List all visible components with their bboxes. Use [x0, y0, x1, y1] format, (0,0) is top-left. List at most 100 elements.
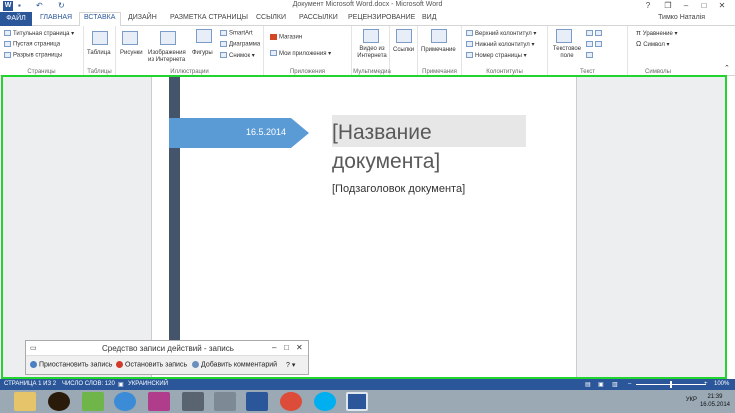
symbol-button[interactable]: Ω Символ ▾	[636, 41, 670, 48]
zoom-out-icon[interactable]: –	[628, 381, 631, 387]
group-media: Видео из Интернета Мультимедиа	[352, 26, 391, 76]
ribbon-options-icon[interactable]: ❐	[660, 0, 676, 11]
screenshot-button[interactable]: Снимок ▾	[220, 52, 255, 59]
text-box-button[interactable]: Текстовое поле	[550, 46, 584, 60]
shapes-icon	[196, 29, 212, 43]
tab-review[interactable]: РЕЦЕНЗИРОВАНИЕ	[348, 14, 415, 21]
language[interactable]: УКРАИНСКИЙ	[128, 381, 168, 387]
online-video-button[interactable]: Видео из Интернета	[354, 46, 390, 60]
word-taskbar-icon[interactable]	[246, 392, 268, 411]
zoom-in-icon[interactable]: +	[704, 381, 708, 387]
add-comment-button[interactable]: Добавить комментарий	[192, 361, 277, 368]
print-layout-icon[interactable]: ▣	[598, 381, 604, 388]
page-number-button[interactable]: Номер страницы ▾	[466, 52, 527, 59]
explorer-icon[interactable]	[14, 392, 36, 411]
smartart-button[interactable]: SmartArt	[220, 30, 253, 37]
group-illustrations: Рисунки Изображения из Интернета Фигуры …	[116, 26, 264, 76]
skype-icon[interactable]	[314, 392, 336, 411]
tab-home[interactable]: ГЛАВНАЯ	[40, 14, 72, 21]
screenshot-label: Снимок ▾	[229, 53, 255, 59]
pause-icon	[30, 361, 37, 368]
recorder-help-button[interactable]: ? ▾	[286, 361, 295, 369]
chart-button[interactable]: Диаграмма	[220, 41, 260, 48]
movie-app-icon[interactable]	[182, 392, 204, 411]
user-name[interactable]: Тимко Наталія	[658, 14, 705, 21]
group-links: Ссылки	[390, 26, 418, 76]
page-break-label: Разрыв страницы	[13, 52, 63, 59]
zoom-level[interactable]: 100%	[714, 381, 729, 387]
recorder-close-button[interactable]: ✕	[296, 343, 303, 352]
help-icon[interactable]: ?	[640, 0, 656, 11]
zoom-slider-thumb[interactable]	[670, 381, 672, 388]
tab-file[interactable]: ФАЙЛ	[0, 12, 32, 26]
shapes-button[interactable]: Фигуры	[192, 50, 213, 56]
tab-mailings[interactable]: РАССЫЛКИ	[299, 14, 338, 21]
my-apps-label: Мои приложения ▾	[279, 51, 332, 57]
table-button[interactable]: Таблица	[87, 50, 111, 56]
web-layout-icon[interactable]: ▥	[612, 381, 618, 388]
page-break-button[interactable]: Разрыв страницы	[4, 52, 62, 59]
read-mode-icon[interactable]: ▤	[585, 381, 591, 388]
word-active-icon[interactable]	[346, 392, 368, 411]
group-apps: Магазин Мои приложения ▾ Приложения	[264, 26, 352, 76]
quick-parts-icon[interactable]	[586, 30, 604, 37]
footer-label: Нижний колонтитул ▾	[475, 42, 535, 48]
steps-recorder-window[interactable]: Средство записи действий - запись ▭ – □ …	[25, 340, 309, 375]
group-pages: Титульная страница ▾ Пустая страница Раз…	[0, 26, 84, 76]
clock[interactable]: 21:39 16.05.2014	[700, 393, 730, 409]
comment-icon	[192, 361, 199, 368]
word-count[interactable]: ЧИСЛО СЛОВ: 120	[62, 381, 115, 387]
equation-label: Уравнение ▾	[642, 31, 678, 37]
footer-button[interactable]: Нижний колонтитул ▾	[466, 41, 534, 48]
m-app-icon[interactable]	[214, 392, 236, 411]
collapse-ribbon-icon[interactable]: ⌃	[724, 64, 730, 72]
ribbon: Титульная страница ▾ Пустая страница Раз…	[0, 26, 735, 76]
photo-app-icon[interactable]	[148, 392, 170, 411]
group-headers: Верхний колонтитул ▾ Нижний колонтитул ▾…	[462, 26, 548, 76]
blank-page-button[interactable]: Пустая страница	[4, 41, 60, 48]
equation-button[interactable]: π Уравнение ▾	[636, 30, 678, 37]
tab-view[interactable]: ВИД	[422, 14, 436, 21]
comment-icon	[431, 29, 447, 43]
comment-button[interactable]: Примечание	[421, 47, 456, 53]
pause-record-button[interactable]: Приостановить запись	[30, 361, 112, 368]
recorder-minimize-button[interactable]: –	[272, 343, 276, 352]
cover-page-label: Титульная страница ▾	[13, 31, 75, 37]
input-language[interactable]: УКР	[686, 397, 697, 403]
torrent-icon[interactable]	[82, 392, 104, 411]
tab-references[interactable]: ССЫЛКИ	[256, 14, 286, 21]
ribbon-tabs: ФАЙЛ ГЛАВНАЯ ВСТАВКА ДИЗАЙН РАЗМЕТКА СТР…	[0, 12, 735, 27]
recorder-maximize-button[interactable]: □	[284, 343, 289, 352]
ie-icon[interactable]	[114, 392, 136, 411]
wordart-icon[interactable]	[586, 41, 604, 48]
online-pictures-button[interactable]: Изображения из Интернета	[148, 50, 188, 64]
group-symbols: π Уравнение ▾ Ω Символ ▾ Символы	[628, 26, 688, 76]
maximize-button[interactable]: □	[696, 0, 712, 11]
store-label: Магазин	[279, 34, 303, 41]
group-comments: Примечание Примечания	[418, 26, 462, 76]
table-icon	[92, 31, 108, 45]
media-player-icon[interactable]	[48, 392, 70, 411]
links-button[interactable]: Ссылки	[393, 47, 414, 53]
tab-insert[interactable]: ВСТАВКА	[84, 14, 115, 21]
dropcap-icon[interactable]	[586, 52, 595, 59]
chrome-icon[interactable]	[280, 392, 302, 411]
stop-label: Остановить запись	[125, 361, 188, 369]
header-button[interactable]: Верхний колонтитул ▾	[466, 30, 536, 37]
close-button[interactable]: ✕	[714, 0, 730, 11]
tab-layout[interactable]: РАЗМЕТКА СТРАНИЦЫ	[170, 14, 248, 21]
page-count[interactable]: СТРАНИЦА 1 ИЗ 2	[4, 381, 56, 387]
symbol-label: Символ ▾	[643, 42, 670, 48]
pause-label: Приостановить запись	[39, 361, 113, 369]
tab-design[interactable]: ДИЗАЙН	[128, 14, 157, 21]
my-apps-button[interactable]: Мои приложения ▾	[270, 50, 331, 57]
proofing-icon[interactable]: ▣	[118, 381, 124, 388]
store-button[interactable]: Магазин	[270, 34, 302, 41]
steps-recorder-titlebar: Средство записи действий - запись ▭ – □ …	[26, 341, 308, 356]
status-bar: СТРАНИЦА 1 ИЗ 2 ЧИСЛО СЛОВ: 120 ▣ УКРАИН…	[0, 379, 735, 390]
pictures-button[interactable]: Рисунки	[120, 50, 143, 56]
cover-page-button[interactable]: Титульная страница ▾	[4, 30, 74, 37]
clock-time: 21:39	[707, 394, 723, 400]
minimize-button[interactable]: –	[678, 0, 694, 11]
stop-record-button[interactable]: Остановить запись	[116, 361, 187, 368]
